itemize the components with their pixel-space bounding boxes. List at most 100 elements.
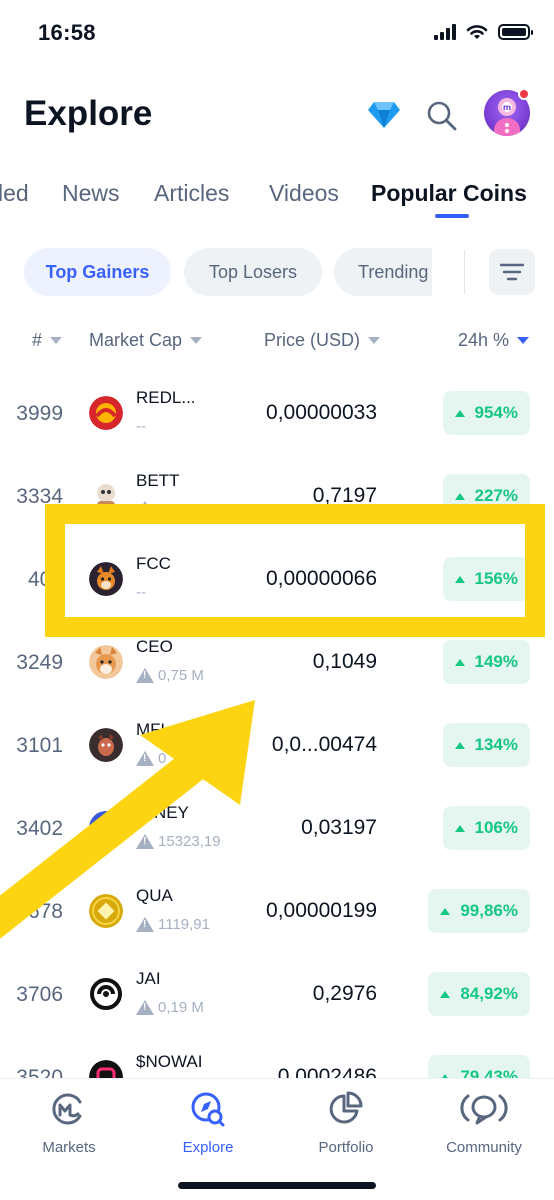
- explore-icon: [191, 1092, 225, 1127]
- change-value: 84,92%: [460, 984, 518, 1003]
- coin-symbol: JAI: [136, 969, 161, 988]
- search-icon[interactable]: [426, 100, 458, 132]
- column-rank[interactable]: #: [32, 330, 63, 351]
- up-arrow-icon: [454, 658, 465, 666]
- column-price[interactable]: Price (USD): [264, 330, 381, 351]
- chip-top-gainers[interactable]: Top Gainers: [24, 248, 171, 296]
- sort-active-icon: [517, 337, 530, 344]
- battery-icon: [498, 24, 533, 40]
- coin-logo-redl-icon: [89, 396, 123, 430]
- column-market-cap[interactable]: Market Cap: [89, 330, 203, 351]
- coin-price: 0,00000199: [266, 899, 377, 922]
- nav-portfolio-label: Portfolio: [318, 1139, 374, 1156]
- tab-active-indicator: [435, 214, 469, 218]
- signal-icon: [434, 24, 456, 40]
- table-row[interactable]: 3706 JAI 0,19 M 0,2976 84,92%: [0, 953, 554, 1036]
- change-value: 149%: [474, 652, 518, 671]
- change-badge: 149%: [442, 640, 530, 684]
- column-headers: # Market Cap Price (USD) 24h %: [0, 330, 554, 356]
- change-badge: 954%: [442, 391, 530, 435]
- row-rank: 3706: [16, 983, 63, 1006]
- filter-chips: Top Gainers Top Losers Trending: [0, 248, 554, 298]
- portfolio-icon: [329, 1091, 363, 1124]
- chip-top-losers[interactable]: Top Losers: [184, 248, 322, 296]
- filter-button[interactable]: [489, 249, 535, 295]
- change-value: 954%: [474, 403, 518, 422]
- community-icon: [460, 1094, 508, 1125]
- highlight-box-annotation: [45, 504, 545, 637]
- nav-markets-label: Markets: [42, 1139, 96, 1156]
- nav-markets[interactable]: Markets: [14, 1089, 124, 1156]
- column-change-label: 24h %: [458, 330, 510, 350]
- column-market-cap-label: Market Cap: [89, 330, 183, 350]
- bottom-nav: Markets Explore Portfolio Community: [0, 1078, 554, 1200]
- tab-led[interactable]: led: [0, 180, 29, 207]
- markets-icon: [52, 1093, 82, 1125]
- diamond-icon[interactable]: [368, 102, 400, 128]
- page-title: Explore: [24, 94, 153, 133]
- change-value: 227%: [474, 486, 518, 505]
- up-arrow-icon: [454, 741, 465, 749]
- change-value: 134%: [474, 735, 518, 754]
- arrow-annotation-icon: [0, 700, 255, 939]
- coin-symbol: BETT: [136, 471, 180, 490]
- change-badge: 84,92%: [428, 972, 530, 1016]
- coin-logo-nowai-icon: [89, 1060, 123, 1078]
- change-value: 106%: [474, 818, 518, 837]
- svg-text:m: m: [503, 103, 511, 112]
- change-value: 99,86%: [460, 901, 518, 920]
- header: Explore m: [0, 88, 554, 148]
- nav-explore-label: Explore: [182, 1139, 234, 1156]
- tab-bar: led News Articles Videos Popular Coins: [0, 180, 554, 220]
- coin-symbol: $NOWAI: [136, 1052, 203, 1071]
- coin-price: 0,03197: [301, 816, 377, 839]
- nav-portfolio[interactable]: Portfolio: [291, 1089, 401, 1156]
- tab-popular-coins[interactable]: Popular Coins: [371, 180, 527, 207]
- column-rank-label: #: [32, 330, 43, 350]
- coin-price: 0,2976: [312, 982, 377, 1005]
- up-arrow-icon: [440, 990, 451, 998]
- coin-price: 0,0002486: [277, 1065, 377, 1078]
- status-bar: 16:58: [0, 0, 554, 70]
- change-badge: 79,43%: [428, 1055, 530, 1078]
- up-arrow-icon: [454, 824, 465, 832]
- filter-icon: [500, 263, 524, 281]
- change-badge: 99,86%: [428, 889, 530, 933]
- nav-community[interactable]: Community: [429, 1089, 539, 1156]
- coin-price: 0,0...00474: [271, 733, 377, 756]
- change-badge: 106%: [442, 806, 530, 850]
- coin-market-cap: 0,75 M: [136, 667, 204, 684]
- change-badge: 134%: [442, 723, 530, 767]
- status-time: 16:58: [38, 20, 96, 45]
- up-arrow-icon: [454, 492, 465, 500]
- coin-market-cap: 0,19 M: [136, 999, 204, 1016]
- table-row[interactable]: 3520 $NOWAI 0,0002486 79,43%: [0, 1036, 554, 1078]
- row-rank: 3999: [16, 402, 63, 425]
- tab-news[interactable]: News: [62, 180, 120, 207]
- column-change[interactable]: 24h %: [458, 330, 530, 351]
- coin-symbol: CEO: [136, 637, 173, 656]
- coin-logo-ceo-icon: [89, 645, 123, 679]
- coin-price: 0,00000033: [266, 401, 377, 424]
- wifi-icon: [466, 25, 488, 39]
- tab-videos[interactable]: Videos: [269, 180, 339, 207]
- home-indicator: [178, 1182, 376, 1189]
- coin-market-cap: --: [136, 418, 146, 435]
- table-row[interactable]: 3999 REDL... -- 0,00000033 954%: [0, 372, 554, 455]
- sort-icon: [190, 337, 203, 344]
- sort-icon: [368, 337, 381, 344]
- up-arrow-icon: [440, 907, 451, 915]
- chip-trending[interactable]: Trending: [334, 248, 432, 296]
- tab-articles[interactable]: Articles: [154, 180, 229, 207]
- change-value: 79,43%: [460, 1067, 518, 1078]
- status-icons: [434, 24, 533, 40]
- nav-community-label: Community: [446, 1139, 522, 1156]
- coin-logo-jai-icon: [89, 977, 123, 1011]
- sort-icon: [50, 337, 63, 344]
- warning-icon: [136, 668, 154, 683]
- coin-symbol: REDL...: [136, 388, 196, 407]
- up-arrow-icon: [454, 409, 465, 417]
- chip-divider: [464, 250, 465, 294]
- row-rank: 3249: [16, 651, 63, 674]
- nav-explore[interactable]: Explore: [153, 1089, 263, 1156]
